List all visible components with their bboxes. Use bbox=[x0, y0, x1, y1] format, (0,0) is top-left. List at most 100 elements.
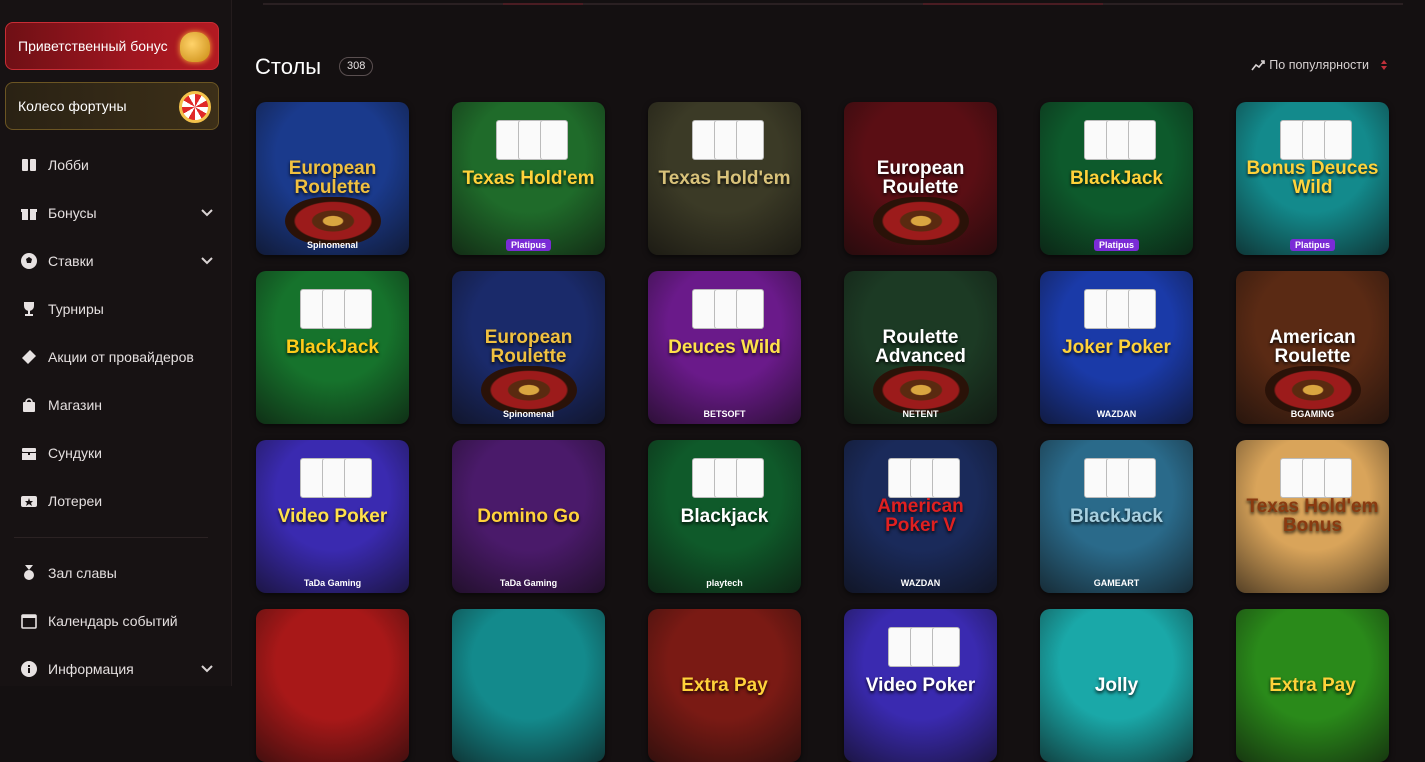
ball-icon bbox=[20, 252, 38, 270]
trend-icon bbox=[1251, 58, 1266, 72]
playing-card-image bbox=[1128, 289, 1156, 329]
provider-label: Platipus bbox=[1289, 239, 1335, 251]
fortune-wheel-icon bbox=[179, 91, 211, 123]
game-tile[interactable]: Texas Hold'em Platipus bbox=[452, 102, 605, 255]
game-tile[interactable]: BlackJack Platipus bbox=[1040, 102, 1193, 255]
sidebar-item-10[interactable]: Календарь событий bbox=[0, 597, 232, 645]
game-title: BlackJack bbox=[1070, 505, 1163, 527]
game-tile[interactable]: European Roulette Spinomenal bbox=[452, 271, 605, 424]
roulette-wheel-image bbox=[872, 366, 969, 414]
playing-card-image bbox=[1128, 458, 1156, 498]
playing-card-image bbox=[344, 289, 372, 329]
money-bag-icon bbox=[180, 32, 210, 62]
game-provider: NETENT bbox=[844, 409, 997, 419]
sidebar-item-4[interactable]: Турниры bbox=[0, 285, 232, 333]
sort-label: По популярности bbox=[1269, 58, 1369, 72]
game-provider: Spinomenal bbox=[452, 409, 605, 419]
info-icon bbox=[20, 660, 38, 678]
playing-card-image bbox=[540, 120, 568, 160]
fortune-wheel-button[interactable]: Колесо фортуны bbox=[5, 82, 219, 130]
playing-card-image bbox=[932, 458, 960, 498]
roulette-wheel-image bbox=[872, 197, 969, 245]
game-provider: TaDa Gaming bbox=[256, 578, 409, 588]
game-tile[interactable]: American Roulette BGAMING bbox=[1236, 271, 1389, 424]
game-tile[interactable]: Bonus Deuces Wild Platipus bbox=[1236, 102, 1389, 255]
sort-dropdown[interactable]: По популярности bbox=[1251, 58, 1387, 72]
game-title: Deuces Wild bbox=[668, 336, 781, 358]
roulette-wheel-image bbox=[1264, 366, 1361, 414]
chevron-down-icon[interactable] bbox=[200, 205, 214, 219]
sidebar-item-2[interactable]: Бонусы bbox=[0, 189, 232, 237]
sidebar-item-label: Магазин bbox=[48, 397, 103, 413]
bag-icon bbox=[20, 396, 38, 414]
playing-card-image bbox=[736, 289, 764, 329]
game-title: Blackjack bbox=[680, 505, 769, 527]
playing-card-image bbox=[344, 458, 372, 498]
provider-label: Spinomenal bbox=[502, 409, 554, 419]
provider-label: GAMEART bbox=[1093, 578, 1140, 588]
game-title: BlackJack bbox=[1070, 167, 1163, 189]
game-tile[interactable]: Video Poker TaDa Gaming bbox=[256, 440, 409, 593]
game-tile[interactable]: BlackJack GAMEART bbox=[1040, 440, 1193, 593]
playing-card-image bbox=[1128, 120, 1156, 160]
game-tile[interactable]: Joker Poker WAZDAN bbox=[1040, 271, 1193, 424]
game-title: Joker Poker bbox=[1062, 336, 1171, 358]
game-title: Domino Go bbox=[477, 505, 580, 527]
sidebar-item-1[interactable]: Лобби bbox=[0, 141, 232, 189]
game-provider: GAMEART bbox=[1040, 578, 1193, 588]
sidebar-divider bbox=[14, 537, 208, 538]
sidebar-item-7[interactable]: Сундуки bbox=[0, 429, 232, 477]
game-tile[interactable]: European Roulette Spinomenal bbox=[256, 102, 409, 255]
game-provider: WAZDAN bbox=[1040, 409, 1193, 419]
game-tile[interactable]: Deuces Wild BETSOFT bbox=[648, 271, 801, 424]
game-provider: BETSOFT bbox=[648, 409, 801, 419]
game-title: Texas Hold'em bbox=[658, 167, 791, 189]
welcome-bonus-button[interactable]: Приветственный бонус bbox=[5, 22, 219, 70]
sidebar-item-9[interactable]: Зал славы bbox=[0, 549, 232, 597]
provider-label: Platipus bbox=[505, 239, 551, 251]
sidebar-item-3[interactable]: Ставки bbox=[0, 237, 232, 285]
game-title: European Roulette bbox=[288, 157, 377, 199]
sidebar-item-6[interactable]: Магазин bbox=[0, 381, 232, 429]
ticket-icon bbox=[20, 348, 38, 366]
provider-label: NETENT bbox=[902, 409, 939, 419]
sidebar-item-label: Информация bbox=[48, 661, 134, 677]
game-tile[interactable]: BlackJack bbox=[256, 271, 409, 424]
game-title: American Poker V bbox=[877, 495, 964, 537]
sidebar-item-5[interactable]: Акции от провайдеров bbox=[0, 333, 232, 381]
sidebar-item-label: Сундуки bbox=[48, 445, 102, 461]
trophy-icon bbox=[20, 300, 38, 318]
game-provider: Platipus bbox=[1236, 239, 1389, 251]
provider-label: WAZDAN bbox=[900, 578, 941, 588]
game-tile[interactable]: American Poker V WAZDAN bbox=[844, 440, 997, 593]
game-tile[interactable]: European Roulette bbox=[844, 102, 997, 255]
top-tabs-underline bbox=[263, 3, 1403, 5]
sort-arrows-icon bbox=[1381, 60, 1387, 70]
game-provider: playtech bbox=[648, 578, 801, 588]
provider-label: WAZDAN bbox=[1096, 409, 1137, 419]
game-tile[interactable]: Blackjack playtech bbox=[648, 440, 801, 593]
roulette-wheel-image bbox=[284, 197, 381, 245]
playing-card-image bbox=[932, 627, 960, 667]
game-title: European Roulette bbox=[484, 326, 573, 368]
game-title: Bonus Deuces Wild bbox=[1246, 157, 1379, 199]
sidebar-item-label: Акции от провайдеров bbox=[48, 349, 194, 365]
sidebar-item-label: Ставки bbox=[48, 253, 94, 269]
game-tile[interactable]: Roulette Advanced NETENT bbox=[844, 271, 997, 424]
chevron-down-icon[interactable] bbox=[200, 661, 214, 675]
game-tile[interactable]: Texas Hold'em bbox=[648, 102, 801, 255]
sidebar-item-8[interactable]: Лотереи bbox=[0, 477, 232, 525]
sidebar-item-label: Бонусы bbox=[48, 205, 97, 221]
game-tile[interactable]: Domino Go TaDa Gaming bbox=[452, 440, 605, 593]
game-tile[interactable]: Texas Hold'em Bonus bbox=[1236, 440, 1389, 593]
welcome-bonus-label: Приветственный бонус bbox=[18, 38, 168, 54]
chevron-down-icon[interactable] bbox=[200, 253, 214, 267]
game-title: Texas Hold'em Bonus bbox=[1246, 495, 1379, 537]
sidebar-item-label: Зал славы bbox=[48, 565, 117, 581]
game-provider: BGAMING bbox=[1236, 409, 1389, 419]
fortune-wheel-label: Колесо фортуны bbox=[18, 98, 127, 114]
provider-label: BGAMING bbox=[1290, 409, 1335, 419]
provider-label: TaDa Gaming bbox=[303, 578, 362, 588]
game-provider: Spinomenal bbox=[256, 240, 409, 250]
chest-icon bbox=[20, 444, 38, 462]
